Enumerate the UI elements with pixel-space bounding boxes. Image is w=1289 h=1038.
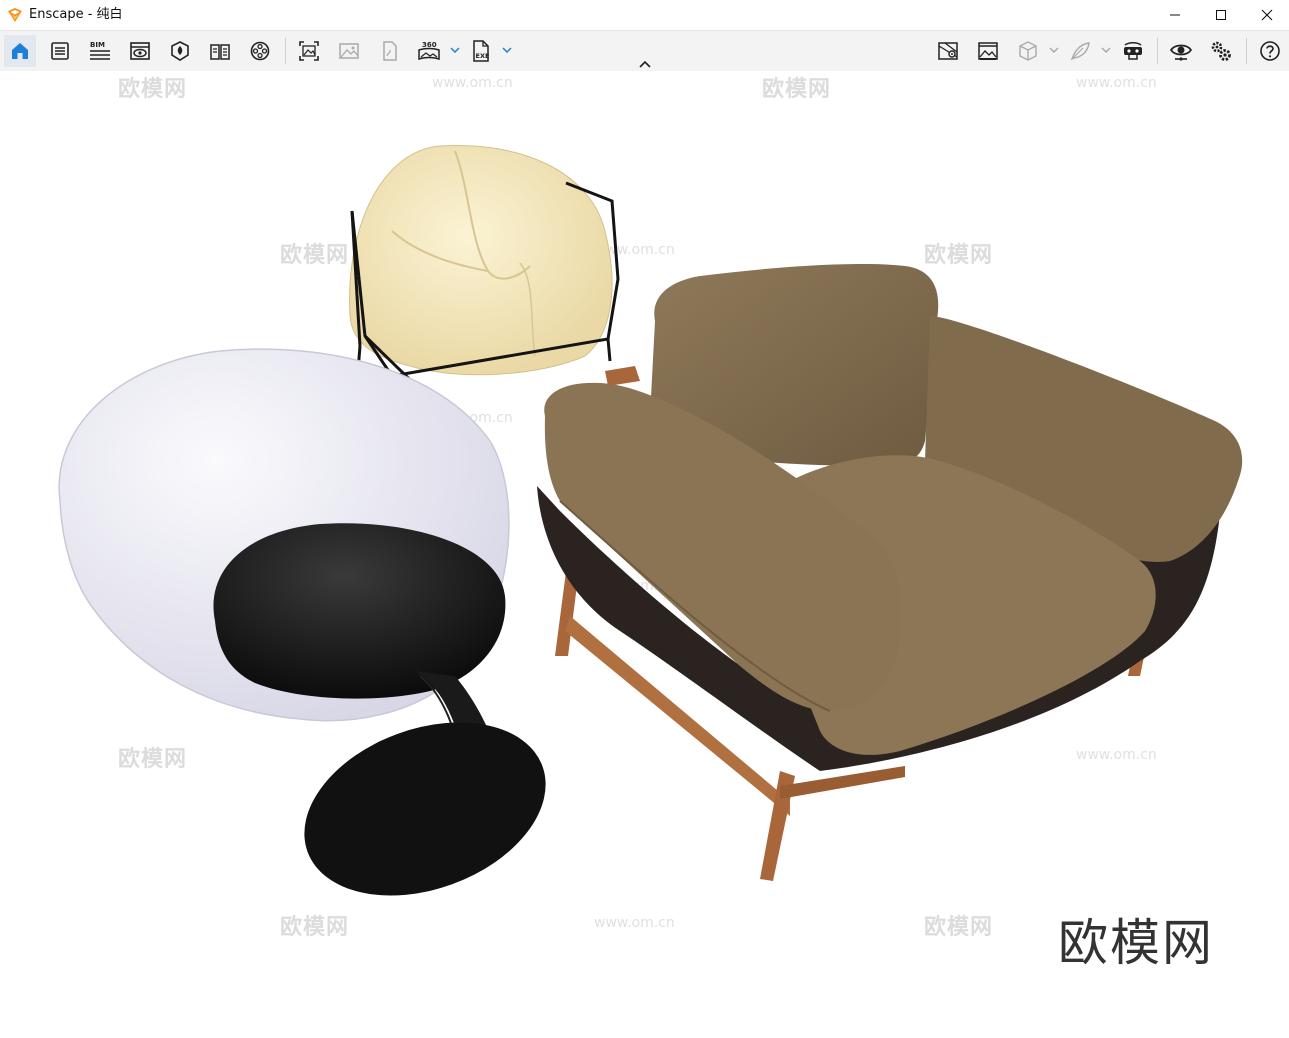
asset-library-button[interactable] <box>164 35 196 67</box>
egg-shell-chair <box>58 348 546 896</box>
panorama-360-icon: 360 <box>418 41 440 61</box>
general-settings-button[interactable] <box>1205 35 1237 67</box>
chevron-up-icon <box>639 60 651 68</box>
render-window-icon <box>978 42 998 60</box>
document-list-icon <box>51 42 69 60</box>
minimize-icon <box>1170 14 1180 16</box>
image-icon <box>339 43 359 59</box>
eye-window-icon <box>130 42 150 60</box>
title-bar: Enscape - 纯白 <box>0 0 1289 31</box>
exe-export-button[interactable]: EXE <box>465 35 497 67</box>
minimize-button[interactable] <box>1152 0 1198 30</box>
view-management-button[interactable] <box>124 35 156 67</box>
feather-icon <box>1070 42 1090 61</box>
material-editor-button[interactable] <box>204 35 236 67</box>
sketch-icon <box>383 41 397 61</box>
vr-headset-icon <box>1124 41 1142 60</box>
gears-icon <box>1211 41 1231 61</box>
close-button[interactable] <box>1244 0 1289 30</box>
window-title: Enscape - 纯白 <box>29 7 123 22</box>
furniture-render <box>58 144 1243 896</box>
map-icon <box>938 42 958 60</box>
home-button[interactable] <box>4 35 36 67</box>
feather-button[interactable] <box>1064 35 1096 67</box>
video-editor-button[interactable] <box>244 35 276 67</box>
book-icon <box>210 44 230 60</box>
sketch-button[interactable] <box>373 35 405 67</box>
chevron-down-icon <box>1101 47 1111 54</box>
settings-list-button[interactable] <box>44 35 76 67</box>
bim-button[interactable]: BIM <box>84 35 116 67</box>
panorama-dropdown[interactable] <box>449 44 461 56</box>
cube-view-dropdown[interactable] <box>1048 44 1060 56</box>
film-reel-icon <box>250 41 270 61</box>
chevron-down-icon <box>502 47 512 54</box>
maximize-button[interactable] <box>1198 0 1244 30</box>
enscape-logo-icon <box>8 8 22 22</box>
screenshot-icon <box>299 41 319 61</box>
maximize-icon <box>1216 10 1226 20</box>
chevron-down-icon <box>1049 47 1059 54</box>
eye-icon <box>1169 44 1193 61</box>
panorama-button[interactable]: 360 <box>413 35 445 67</box>
vr-headset-button[interactable] <box>1117 35 1149 67</box>
map-button[interactable] <box>932 35 964 67</box>
toolbar-separator <box>1246 38 1247 64</box>
render-window-button[interactable] <box>972 35 1004 67</box>
toolbar-separator <box>285 38 286 64</box>
svg-text:BIM: BIM <box>90 41 105 49</box>
help-button[interactable] <box>1254 35 1286 67</box>
asset-library-icon <box>171 41 189 61</box>
render-viewport[interactable]: 欧模网 欧模网 www.om.cn www.om.cn 欧模网 欧模网 www.… <box>0 71 1289 1038</box>
exe-file-icon: EXE <box>473 40 490 62</box>
exe-export-dropdown[interactable] <box>501 44 513 56</box>
fabric-armchair <box>537 264 1243 881</box>
bim-icon: BIM <box>90 41 110 60</box>
close-icon <box>1261 9 1273 21</box>
chevron-down-icon <box>450 47 460 54</box>
home-icon <box>12 43 28 59</box>
screenshot-button[interactable] <box>293 35 325 67</box>
brand-watermark: 欧模网 <box>1058 914 1214 972</box>
feather-dropdown[interactable] <box>1100 44 1112 56</box>
collapse-toolbar-button[interactable] <box>636 58 654 70</box>
toolbar-separator <box>1157 38 1158 64</box>
cream-lounge-chair <box>349 144 620 406</box>
batch-render-button[interactable] <box>333 35 365 67</box>
cube-icon <box>1019 41 1037 61</box>
cube-view-button[interactable] <box>1012 35 1044 67</box>
help-icon <box>1260 41 1280 61</box>
svg-text:EXE: EXE <box>476 52 490 60</box>
visual-settings-button[interactable] <box>1165 35 1197 67</box>
